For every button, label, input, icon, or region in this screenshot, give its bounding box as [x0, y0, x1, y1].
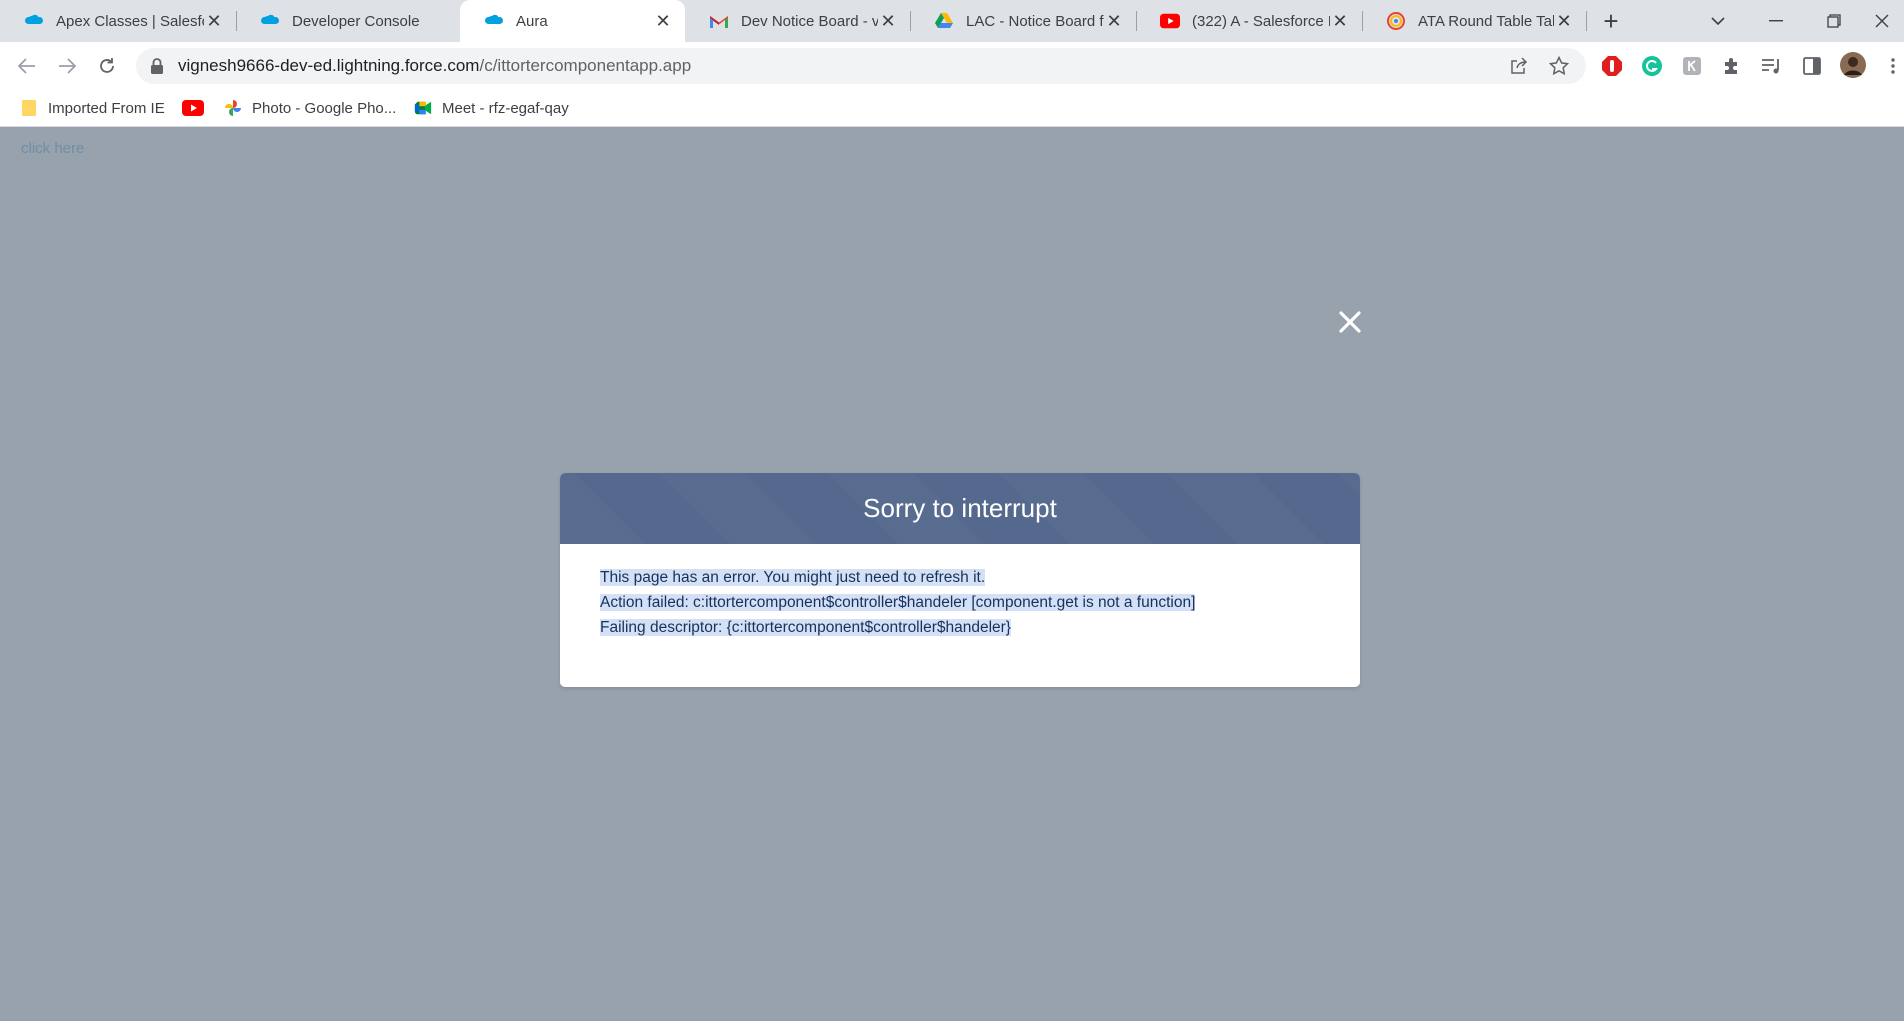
close-icon[interactable]: ✕: [1104, 11, 1124, 31]
folder-icon: [20, 99, 38, 117]
youtube-icon: [1160, 11, 1180, 31]
error-descriptor-line: Failing descriptor: {c:ittortercomponent…: [600, 615, 1320, 640]
reading-list-icon[interactable]: [1760, 54, 1784, 78]
reload-button[interactable]: [90, 49, 124, 83]
salesforce-cloud-icon: [260, 11, 280, 31]
bookmark-youtube[interactable]: [182, 95, 204, 121]
click-here-link[interactable]: click here: [21, 140, 84, 157]
bookmark-label: Photo - Google Pho...: [252, 99, 397, 117]
tab-ata-round-table[interactable]: ATA Round Table Talk ✕: [1362, 0, 1586, 42]
error-modal: Sorry to interrupt This page has an erro…: [560, 473, 1360, 687]
puzzle-icon[interactable]: [1720, 54, 1744, 78]
tab-title: Apex Classes | Salesfo: [56, 12, 204, 30]
close-icon: [1339, 311, 1361, 333]
bookmark-label: Meet - rfz-egaf-qay: [442, 99, 569, 117]
tab-lac-notice-board[interactable]: LAC - Notice Board fo ✕: [910, 0, 1136, 42]
adblock-extension-icon[interactable]: [1600, 54, 1624, 78]
error-message-text: This page has an error. You might just n…: [600, 569, 986, 586]
new-tab-button[interactable]: +: [1596, 6, 1626, 36]
bookmark-google-photos[interactable]: Photo - Google Pho...: [224, 95, 396, 121]
close-icon[interactable]: ✕: [204, 11, 224, 31]
tab-strip: Apex Classes | Salesfo ✕ Developer Conso…: [0, 0, 1904, 42]
bookmark-imported-from-ie[interactable]: Imported From IE: [20, 95, 165, 121]
gmail-icon: [709, 11, 729, 31]
menu-kebab-icon[interactable]: [1884, 54, 1902, 78]
browser-toolbar: vignesh9666-dev-ed.lightning.force.com/c…: [0, 42, 1904, 89]
share-icon[interactable]: [1508, 55, 1530, 77]
tab-salesforce-youtube[interactable]: (322) A - Salesforce Li ✕: [1136, 0, 1362, 42]
salesforce-cloud-icon: [484, 11, 504, 31]
close-icon[interactable]: ✕: [1330, 11, 1350, 31]
profile-avatar[interactable]: [1838, 50, 1868, 80]
modal-close-button[interactable]: [1334, 306, 1366, 338]
tab-search-button[interactable]: [1690, 0, 1746, 42]
tab-dev-notice-board[interactable]: Dev Notice Board - vi ✕: [685, 0, 910, 42]
back-button[interactable]: [10, 49, 44, 83]
tab-title: ATA Round Table Talk: [1418, 12, 1554, 30]
tab-aura[interactable]: Aura ✕: [460, 0, 685, 42]
error-message-line: This page has an error. You might just n…: [600, 565, 1320, 590]
url-host: vignesh9666-dev-ed.lightning.force.com: [178, 56, 480, 75]
tab-separator: [1586, 11, 1587, 31]
salesforce-cloud-icon: [24, 11, 44, 31]
youtube-icon: [182, 99, 204, 117]
reload-icon: [100, 58, 114, 73]
extension-icon[interactable]: [1680, 54, 1704, 78]
chevron-down-icon: [1711, 16, 1725, 25]
google-photos-icon: [224, 99, 242, 117]
error-action-failed-line: Action failed: c:ittortercomponent$contr…: [600, 590, 1320, 615]
grammarly-extension-icon[interactable]: [1640, 54, 1664, 78]
modal-body: This page has an error. You might just n…: [560, 544, 1360, 661]
close-icon[interactable]: ✕: [878, 11, 898, 31]
google-meet-icon: [414, 99, 432, 117]
error-descriptor-text: Failing descriptor: {c:ittortercomponent…: [600, 619, 1011, 636]
lock-icon[interactable]: [150, 57, 168, 75]
error-action-failed-text: Action failed: c:ittortercomponent$contr…: [600, 594, 1196, 611]
tab-developer-console[interactable]: Developer Console: [236, 0, 460, 42]
minimize-icon: [1769, 20, 1783, 22]
minimize-button[interactable]: [1748, 0, 1804, 42]
url-path: /c/ittortercomponentapp.app: [479, 56, 692, 75]
modal-title: Sorry to interrupt: [863, 493, 1057, 523]
restore-button[interactable]: [1806, 0, 1862, 42]
tab-title: Dev Notice Board - vi: [741, 12, 878, 30]
tab-title: LAC - Notice Board fo: [966, 12, 1104, 30]
bookmark-label: Imported From IE: [48, 99, 165, 117]
tab-title: Developer Console: [292, 12, 420, 30]
url-text[interactable]: vignesh9666-dev-ed.lightning.force.com/c…: [178, 56, 691, 76]
tab-apex-classes[interactable]: Apex Classes | Salesfo ✕: [0, 0, 236, 42]
bookmarks-bar: Imported From IE Photo - Google Pho... M…: [0, 89, 1904, 127]
close-icon[interactable]: ✕: [653, 11, 673, 31]
arrow-left-icon: [18, 58, 35, 74]
close-icon[interactable]: ✕: [1554, 11, 1574, 31]
close-window-button[interactable]: [1860, 0, 1904, 42]
google-drive-icon: [934, 11, 954, 31]
close-icon: [1875, 14, 1889, 28]
side-panel-icon[interactable]: [1800, 54, 1824, 78]
restore-icon: [1827, 14, 1841, 28]
tab-title: (322) A - Salesforce Li: [1192, 12, 1330, 30]
tab-title: Aura: [516, 12, 548, 30]
address-bar[interactable]: vignesh9666-dev-ed.lightning.force.com/c…: [136, 48, 1586, 84]
arrow-right-icon: [59, 58, 76, 74]
forward-button[interactable]: [50, 49, 84, 83]
bookmark-google-meet[interactable]: Meet - rfz-egaf-qay: [414, 95, 569, 121]
star-icon[interactable]: [1548, 55, 1570, 77]
chrome-webstore-icon: [1386, 11, 1406, 31]
modal-header: Sorry to interrupt: [560, 473, 1360, 544]
